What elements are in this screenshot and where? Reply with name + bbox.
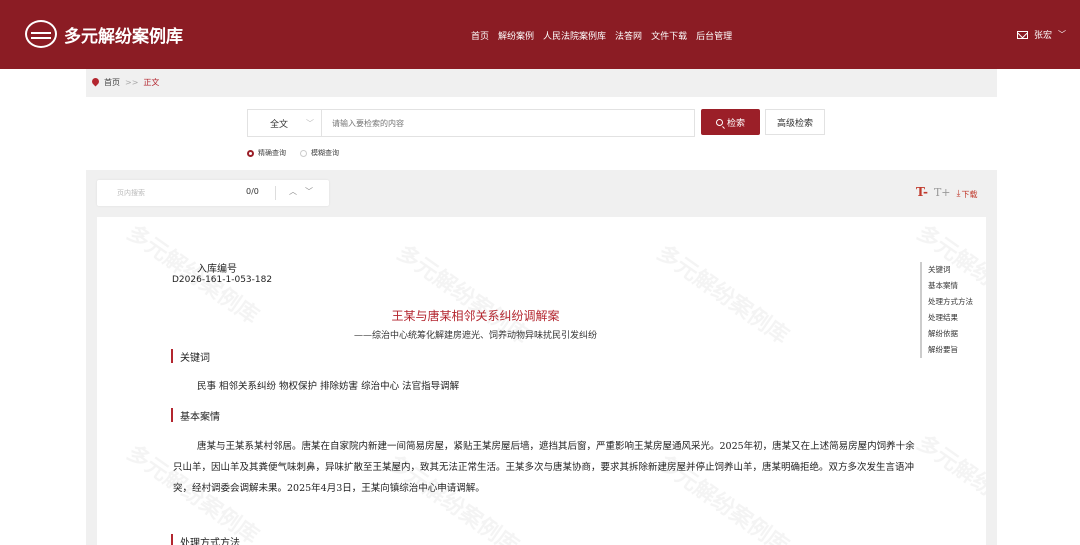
- section-heading-label: 处理方式方法: [180, 537, 240, 545]
- download-icon: ⤓: [956, 189, 961, 199]
- section-marker: [171, 349, 173, 363]
- radio-fuzzy[interactable]: [300, 149, 307, 157]
- section-marker: [171, 534, 173, 545]
- find-input[interactable]: 页内搜索: [117, 188, 145, 198]
- page-margin-left: [0, 69, 86, 545]
- section-heading-label: 基本案情: [180, 411, 220, 423]
- section-heading-basic: 基本案情: [171, 408, 220, 423]
- main-nav: 首页 解纷案例 人民法院案例库 法答网 文件下载 后台管理: [471, 29, 732, 42]
- top-header: 多元解纷案例库 首页 解纷案例 人民法院案例库 法答网 文件下载 后台管理 张宏…: [0, 0, 1080, 69]
- section-heading-keywords: 关键词: [171, 349, 210, 364]
- search-scope-select[interactable]: 全文 ﹀: [247, 109, 321, 137]
- breadcrumb-separator: >>: [125, 78, 139, 87]
- document-subtitle: ——综治中心统筹化解建房遮光、饲养动物异味扰民引发纠纷: [353, 331, 597, 341]
- font-increase-button[interactable]: T+: [934, 186, 951, 199]
- chevron-down-icon: ﹀: [306, 119, 314, 128]
- font-decrease-button[interactable]: T-: [916, 185, 928, 199]
- toc-item-result[interactable]: 处理结果: [928, 310, 973, 326]
- search-button-label: 检索: [726, 118, 745, 129]
- breadcrumb-home[interactable]: 首页: [104, 77, 120, 88]
- search-icon: [715, 118, 723, 126]
- divider: [275, 186, 276, 200]
- location-pin-icon: [92, 78, 99, 87]
- radio-exact[interactable]: [247, 149, 254, 157]
- basic-facts-text: 唐某与王某系某村邻居。唐某在自家院内新建一间简易房屋，紧贴王某房屋后墙，遮挡其后…: [173, 441, 915, 494]
- user-name[interactable]: 张宏: [1034, 28, 1052, 41]
- watermark: 多元解纷案例库: [912, 426, 986, 541]
- nav-downloads[interactable]: 文件下载: [651, 29, 687, 42]
- keywords-text: 民事 相邻关系纠纷 物权保护 排除妨害 综治中心 法官指导调解: [197, 381, 460, 392]
- document-title: 王某与唐某相邻关系纠纷调解案: [391, 309, 560, 323]
- page-margin-right: [997, 69, 1080, 545]
- nav-admin[interactable]: 后台管理: [696, 29, 732, 42]
- find-nav: ︿ ﹀: [289, 186, 313, 197]
- record-label: 入库编号: [197, 264, 237, 275]
- search-scope-value: 全文: [270, 119, 289, 130]
- search-button[interactable]: 检索: [701, 109, 760, 135]
- section-heading-method: 处理方式方法: [171, 534, 240, 545]
- chevron-up-icon[interactable]: ︿: [289, 186, 297, 197]
- radio-exact-label[interactable]: 精确查询: [258, 148, 286, 158]
- toc-item-gist[interactable]: 解纷要旨: [928, 342, 973, 358]
- download-button[interactable]: ⤓ 下载: [957, 189, 978, 200]
- section-marker: [171, 408, 173, 422]
- section-heading-label: 关键词: [180, 352, 210, 364]
- nav-home[interactable]: 首页: [471, 29, 489, 42]
- mail-icon[interactable]: [1017, 30, 1028, 39]
- toc-item-basic[interactable]: 基本案情: [928, 278, 973, 294]
- chevron-down-icon[interactable]: ﹀: [1058, 29, 1066, 40]
- document: 多元解纷案例库 多元解纷案例库 多元解纷案例库 多元解纷案例库 多元解纷案例库 …: [97, 217, 986, 545]
- advanced-search-button[interactable]: 高级检索: [765, 109, 825, 135]
- nav-faq[interactable]: 法答网: [615, 29, 642, 42]
- nav-cases[interactable]: 解纷案例: [498, 29, 534, 42]
- breadcrumb: 首页 >> 正文: [92, 77, 159, 88]
- site-title[interactable]: 多元解纷案例库: [64, 22, 183, 47]
- search-input[interactable]: [321, 109, 695, 137]
- table-of-contents: 关键词 基本案情 处理方式方法 处理结果 解纷依据 解纷要旨: [920, 262, 973, 358]
- toc-item-keywords[interactable]: 关键词: [928, 262, 973, 278]
- user-menu[interactable]: 张宏 ﹀: [1017, 28, 1066, 41]
- breadcrumb-current: 正文: [143, 78, 160, 87]
- toc-item-method[interactable]: 处理方式方法: [928, 294, 973, 310]
- find-count: 0/0: [246, 187, 259, 196]
- radio-fuzzy-label[interactable]: 模糊查询: [311, 148, 339, 158]
- logo-icon[interactable]: [25, 20, 57, 48]
- record-number: D2026-161-1-053-182: [172, 275, 273, 285]
- download-label: 下载: [961, 189, 978, 199]
- doc-tools: T- T+ ⤓ 下载: [916, 185, 977, 200]
- search-mode: 精确查询 模糊查询: [247, 148, 339, 158]
- toc-item-basis[interactable]: 解纷依据: [928, 326, 973, 342]
- chevron-down-icon[interactable]: ﹀: [305, 186, 313, 197]
- nav-court-cases[interactable]: 人民法院案例库: [543, 29, 606, 42]
